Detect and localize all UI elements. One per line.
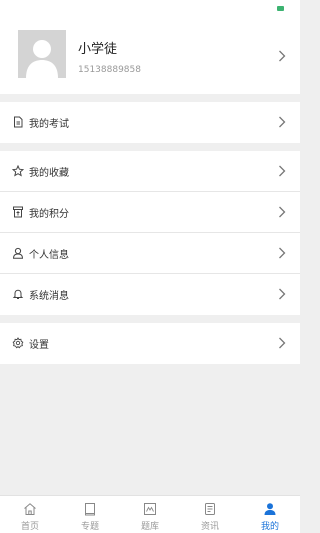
points-icon xyxy=(12,206,24,218)
account-group: 我的收藏 我的积分 个人信息 系统消息 xyxy=(0,151,300,315)
bottom-tab-bar: 首页 专题 题库 资讯 我的 xyxy=(0,495,300,533)
tab-topics[interactable]: 专题 xyxy=(60,496,120,533)
star-icon xyxy=(12,165,24,177)
profile-name: 小学徒 xyxy=(78,42,118,57)
book-icon xyxy=(83,502,97,516)
chevron-right-icon xyxy=(278,337,286,349)
menu-item-my-exams[interactable]: 我的考试 xyxy=(0,102,300,143)
battery-icon xyxy=(277,6,284,11)
chevron-right-icon xyxy=(278,247,286,259)
menu-item-favorites[interactable]: 我的收藏 xyxy=(0,151,300,192)
settings-group: 设置 xyxy=(0,323,300,364)
menu-item-label: 系统消息 xyxy=(29,291,69,302)
profile-card[interactable]: 小学徒 15138889858 xyxy=(0,18,300,94)
menu-item-settings[interactable]: 设置 xyxy=(0,323,300,364)
avatar[interactable] xyxy=(18,30,66,78)
tab-home[interactable]: 首页 xyxy=(0,496,60,533)
user-icon xyxy=(263,502,277,516)
status-bar xyxy=(0,0,300,18)
exam-group: 我的考试 xyxy=(0,102,300,143)
bell-icon xyxy=(12,288,24,300)
menu-item-system-messages[interactable]: 系统消息 xyxy=(0,274,300,315)
menu-item-personal-info[interactable]: 个人信息 xyxy=(0,233,300,274)
chevron-right-icon xyxy=(278,116,286,128)
profile-phone: 15138889858 xyxy=(78,65,141,75)
gear-icon xyxy=(12,337,24,349)
chevron-right-icon xyxy=(278,206,286,218)
home-icon xyxy=(23,502,37,516)
chevron-right-icon xyxy=(278,288,286,300)
tab-label: 首页 xyxy=(20,522,39,532)
tab-question-bank[interactable]: 题库 xyxy=(120,496,180,533)
menu-item-label: 我的积分 xyxy=(29,209,69,220)
menu-item-label: 设置 xyxy=(29,340,49,351)
user-placeholder-icon xyxy=(18,30,66,78)
menu-item-points[interactable]: 我的积分 xyxy=(0,192,300,233)
menu-item-label: 我的收藏 xyxy=(29,168,69,179)
chevron-right-icon xyxy=(278,50,286,62)
menu-item-label: 我的考试 xyxy=(29,119,69,130)
news-icon xyxy=(203,502,217,516)
tab-label: 题库 xyxy=(140,522,159,532)
menu-item-label: 个人信息 xyxy=(29,250,69,261)
document-icon xyxy=(12,116,24,128)
tab-news[interactable]: 资讯 xyxy=(180,496,240,533)
tab-label: 资讯 xyxy=(200,522,219,532)
tab-label: 我的 xyxy=(260,522,279,532)
person-icon xyxy=(12,247,24,259)
question-bank-icon xyxy=(143,502,157,516)
tab-mine[interactable]: 我的 xyxy=(240,496,300,533)
chevron-right-icon xyxy=(278,165,286,177)
tab-label: 专题 xyxy=(80,522,99,532)
